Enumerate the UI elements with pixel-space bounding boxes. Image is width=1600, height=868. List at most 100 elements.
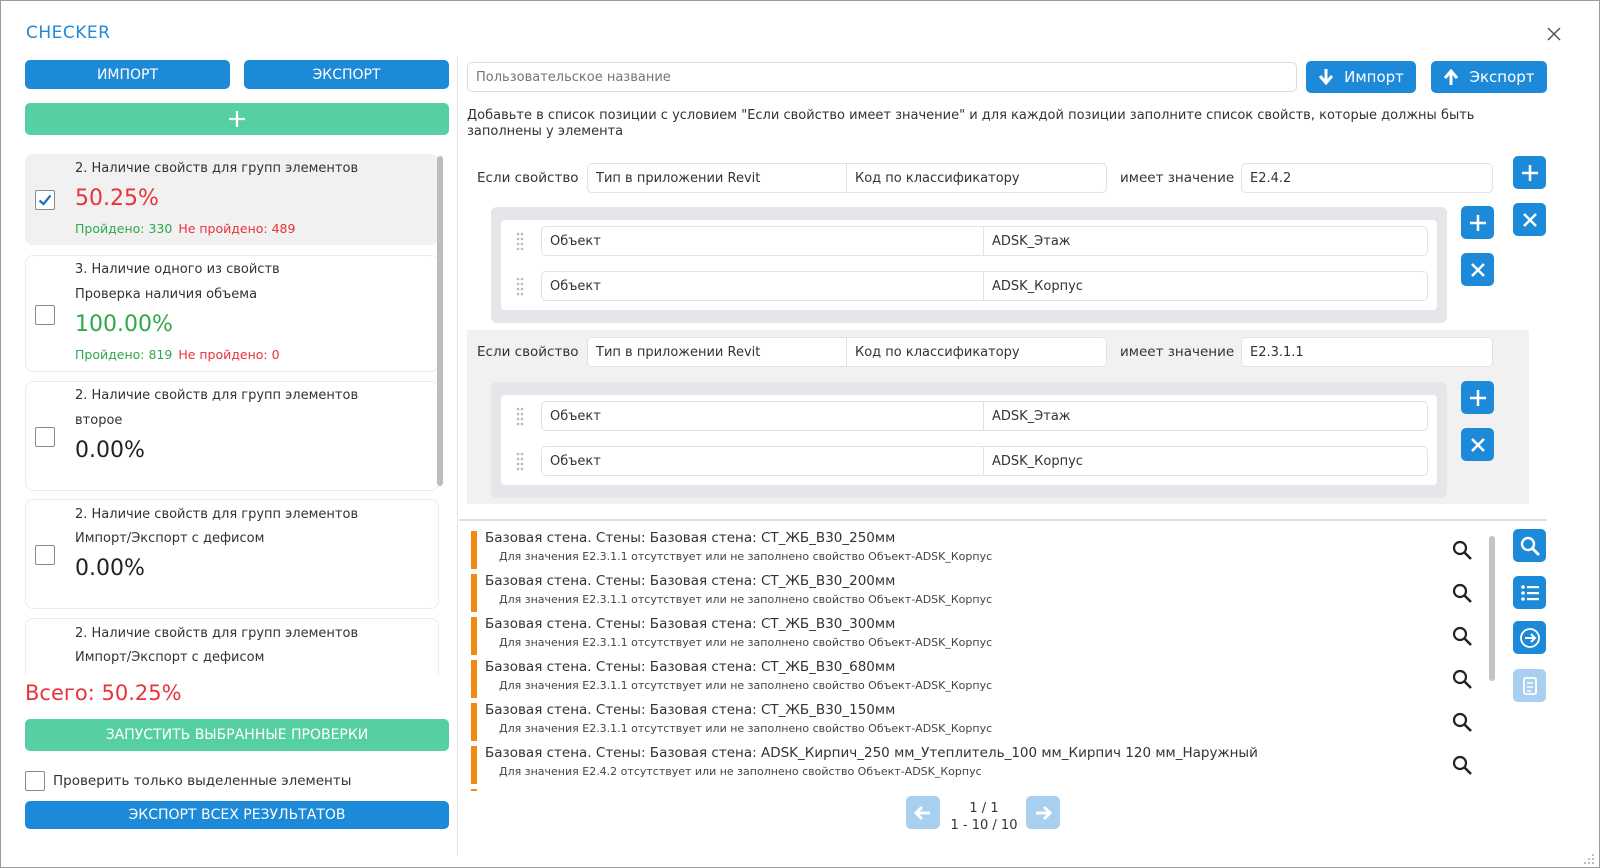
list-icon [1520, 584, 1539, 601]
required-property-name[interactable]: ADSK_Корпус [984, 271, 1428, 301]
required-property-group[interactable]: Объект [541, 271, 984, 301]
editor-export-label: Экспорт [1469, 68, 1535, 86]
required-properties-list: Объект ADSK_Этаж Объект ADSK_Корпус [501, 395, 1437, 485]
failed-count: Не пройдено: 489 [178, 221, 296, 236]
failed-count: Не пройдено: 0 [178, 347, 280, 362]
go-to-element-button[interactable] [1513, 621, 1546, 654]
export-all-results-button[interactable]: ЭКСПОРТ ВСЕХ РЕЗУЛЬТАТОВ [25, 801, 449, 829]
result-row[interactable]: Базовая стена. Стены: Базовая стена: ADS… [471, 744, 1501, 784]
add-check-button[interactable] [25, 103, 449, 135]
condition-value-input[interactable]: E2.4.2 [1241, 163, 1493, 193]
only-selected-label: Проверить только выделенные элементы [53, 773, 352, 789]
condition-property-group[interactable]: Тип в приложении Revit [587, 163, 847, 193]
arrow-right-icon [1036, 805, 1053, 820]
plus-icon [1469, 389, 1486, 406]
add-required-property-button[interactable] [1461, 381, 1494, 414]
check-percent: 50.25% [75, 186, 159, 211]
condition-property-group[interactable]: Тип в приложении Revit [587, 337, 847, 367]
drag-handle-icon[interactable] [515, 231, 525, 251]
panel-divider [457, 56, 458, 856]
required-properties-list: Объект ADSK_Этаж Объект ADSK_Корпус [501, 220, 1437, 310]
pager-info: 1 / 1 1 - 10 / 10 [946, 800, 1022, 834]
pager-range: 1 - 10 / 10 [950, 818, 1018, 833]
required-property-group[interactable]: Объект [541, 226, 984, 256]
result-title: Базовая стена. Стены: Базовая стена: СТ_… [485, 659, 896, 675]
list-view-button[interactable] [1513, 576, 1546, 609]
remove-rule-button[interactable] [1513, 203, 1546, 236]
required-property-name[interactable]: ADSK_Этаж [984, 226, 1428, 256]
rule-block: Если свойство Тип в приложении Revit Код… [467, 155, 1529, 327]
results-scrollbar[interactable] [1489, 536, 1495, 681]
search-icon[interactable] [1451, 539, 1473, 561]
x-icon [1470, 437, 1485, 452]
check-card[interactable]: 2. Наличие свойств для групп элементов И… [25, 618, 439, 674]
search-results-button[interactable] [1513, 529, 1546, 562]
search-icon[interactable] [1451, 668, 1473, 690]
condition-property-name[interactable]: Код по классификатору [847, 337, 1107, 367]
check-checkbox[interactable] [35, 190, 55, 210]
required-property-name[interactable]: ADSK_Корпус [984, 446, 1428, 476]
report-icon [1522, 676, 1537, 695]
result-row[interactable]: Базовая стена. Стены: Базовая стена: СТ_… [471, 529, 1501, 569]
export-checks-button[interactable]: ЭКСПОРТ [244, 60, 449, 89]
custom-name-input[interactable] [467, 62, 1297, 92]
required-property-name[interactable]: ADSK_Этаж [984, 401, 1428, 431]
remove-required-property-button[interactable] [1461, 428, 1494, 461]
plus-icon [1469, 214, 1486, 231]
drag-handle-icon[interactable] [515, 451, 525, 471]
result-row[interactable]: Базовая стена. Стены: Базовая стена: СТ_… [471, 572, 1501, 612]
result-row[interactable]: Базовая стена. Стены: Базовая стена: СТ_… [471, 701, 1501, 741]
editor-export-button[interactable]: Экспорт [1431, 61, 1547, 93]
editor-import-label: Импорт [1344, 68, 1404, 86]
search-icon[interactable] [1451, 582, 1473, 604]
resize-grip-icon[interactable] [1581, 851, 1595, 865]
check-list-scrollbar[interactable] [437, 156, 443, 486]
check-checkbox[interactable] [35, 427, 55, 447]
drag-handle-icon[interactable] [515, 276, 525, 296]
check-checkbox[interactable] [35, 545, 55, 565]
plus-icon [1521, 164, 1538, 181]
result-row[interactable]: Базовая стена. Стены: Базовая стена: СТ_… [471, 658, 1501, 698]
only-selected-checkbox[interactable] [25, 771, 45, 791]
condition-property-name[interactable]: Код по классификатору [847, 163, 1107, 193]
required-properties-block: Объект ADSK_Этаж Объект ADSK_Корпус [491, 207, 1447, 323]
required-properties-block: Объект ADSK_Этаж Объект ADSK_Корпус [491, 382, 1447, 498]
result-description: Для значения E2.4.2 отсутствует или не з… [499, 765, 982, 778]
previous-page-button[interactable] [906, 796, 940, 829]
result-description: Для значения E2.3.1.1 отсутствует или не… [499, 550, 993, 563]
check-card[interactable]: 2. Наличие свойств для групп элементов И… [25, 499, 439, 609]
next-page-button[interactable] [1026, 796, 1060, 829]
required-property-group[interactable]: Объект [541, 446, 984, 476]
drag-handle-icon[interactable] [515, 406, 525, 426]
result-row[interactable] [471, 787, 1501, 791]
close-button[interactable] [1541, 21, 1567, 47]
check-card[interactable]: 2. Наличие свойств для групп элементов 5… [25, 154, 439, 245]
check-percent: 100.00% [75, 312, 173, 337]
check-card[interactable]: 2. Наличие свойств для групп элементов в… [25, 381, 439, 491]
run-selected-checks-button[interactable]: ЗАПУСТИТЬ ВЫБРАННЫЕ ПРОВЕРКИ [25, 719, 449, 751]
has-value-label: имеет значение [1120, 344, 1235, 360]
report-button[interactable] [1513, 669, 1546, 702]
result-title: Базовая стена. Стены: Базовая стена: СТ_… [485, 530, 896, 546]
check-title: 3. Наличие одного из свойств [75, 262, 280, 277]
search-icon[interactable] [1451, 711, 1473, 733]
check-checkbox[interactable] [35, 305, 55, 325]
check-subtitle: Проверка наличия объема [75, 287, 258, 302]
search-icon[interactable] [1451, 754, 1473, 776]
add-rule-button[interactable] [1513, 156, 1546, 189]
x-icon [1470, 262, 1485, 277]
required-property-group[interactable]: Объект [541, 401, 984, 431]
result-row[interactable]: Базовая стена. Стены: Базовая стена: СТ_… [471, 615, 1501, 655]
condition-value-input[interactable]: E2.3.1.1 [1241, 337, 1493, 367]
import-checks-button[interactable]: ИМПОРТ [25, 60, 230, 89]
arrow-down-icon [1318, 69, 1334, 86]
search-icon [1520, 536, 1540, 556]
editor-import-button[interactable]: Импорт [1306, 61, 1416, 93]
remove-required-property-button[interactable] [1461, 253, 1494, 286]
search-icon[interactable] [1451, 625, 1473, 647]
check-title: 2. Наличие свойств для групп элементов [75, 388, 359, 403]
add-required-property-button[interactable] [1461, 206, 1494, 239]
check-card[interactable]: 3. Наличие одного из свойств Проверка на… [25, 255, 439, 372]
app-title: CHECKER [26, 23, 111, 43]
result-description: Для значения E2.3.1.1 отсутствует или не… [499, 722, 993, 735]
